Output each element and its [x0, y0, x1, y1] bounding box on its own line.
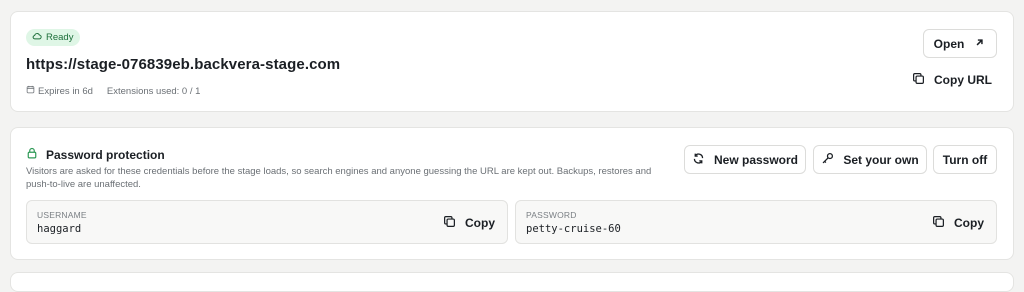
password-value: petty-cruise-60: [526, 223, 621, 235]
copy-icon: [932, 215, 945, 231]
section-title-label: Password protection: [46, 147, 165, 162]
set-your-own-label: Set your own: [843, 152, 919, 167]
copy-icon: [912, 72, 925, 88]
stage-url: https://stage-076839eb.backvera-stage.co…: [26, 56, 341, 73]
password-field: PASSWORD petty-cruise-60 Copy: [515, 200, 997, 244]
cloud-icon: [32, 31, 42, 44]
copy-username-label: Copy: [465, 215, 495, 230]
password-protection-card: Password protection Visitors are asked f…: [10, 127, 1014, 260]
copy-url-button[interactable]: Copy URL: [907, 65, 997, 94]
external-link-icon: [973, 36, 986, 52]
copy-password-button[interactable]: Copy: [928, 208, 988, 237]
new-password-button[interactable]: New password: [684, 145, 806, 174]
expires-text: Expires in 6d: [38, 85, 93, 97]
extensions-text: Extensions used: 0 / 1: [106, 85, 201, 97]
status-badge-label: Ready: [46, 32, 74, 43]
copy-username-button[interactable]: Copy: [439, 208, 499, 237]
next-card: [10, 272, 1014, 292]
turn-off-button[interactable]: Turn off: [933, 145, 997, 174]
key-icon: [821, 152, 834, 168]
username-field: USERNAME haggard Copy: [26, 200, 508, 244]
turn-off-label: Turn off: [942, 152, 988, 167]
new-password-label: New password: [713, 152, 799, 167]
copy-icon: [443, 215, 456, 231]
copy-password-label: Copy: [954, 215, 984, 230]
password-label: PASSWORD: [526, 210, 577, 220]
section-title: Password protection: [26, 147, 165, 162]
copy-url-label: Copy URL: [934, 72, 992, 87]
stage-meta: Expires in 6d Extensions used: 0 / 1: [26, 85, 200, 97]
lock-icon: [26, 147, 38, 162]
set-your-own-button[interactable]: Set your own: [813, 145, 927, 174]
refresh-icon: [692, 152, 705, 168]
open-button[interactable]: Open: [923, 29, 997, 58]
stage-card: Ready https://stage-076839eb.backvera-st…: [10, 11, 1014, 112]
status-badge: Ready: [26, 29, 81, 46]
username-value: haggard: [37, 223, 82, 235]
open-button-label: Open: [933, 36, 965, 51]
section-description: Visitors are asked for these credentials…: [26, 166, 652, 190]
calendar-icon: [26, 85, 35, 97]
username-label: USERNAME: [37, 210, 87, 220]
